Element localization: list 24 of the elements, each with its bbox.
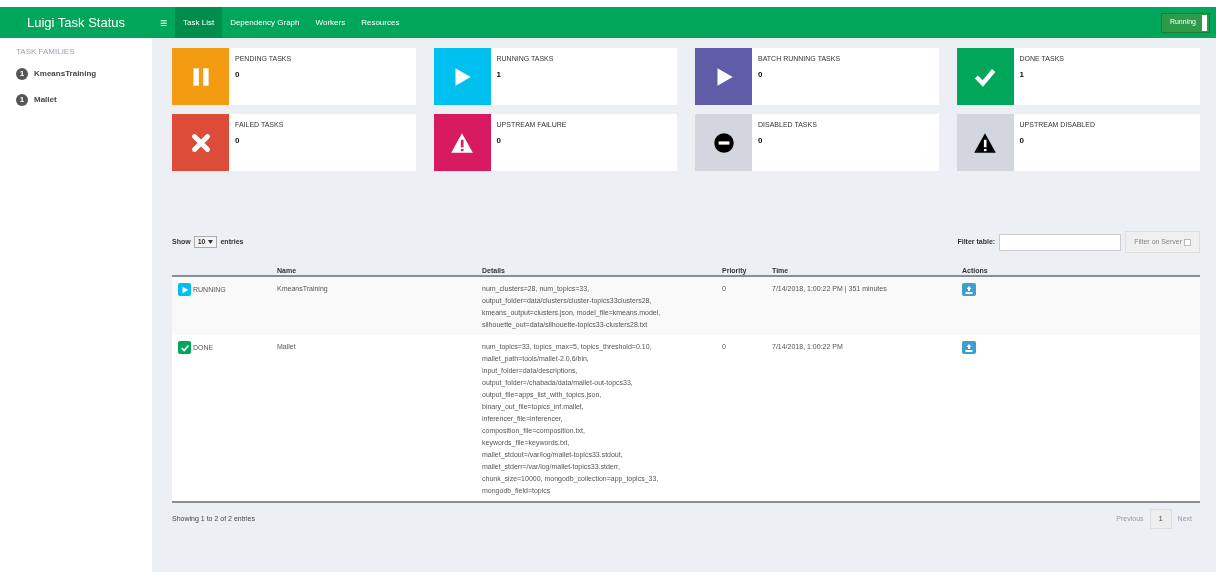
info-box-count: 0 [758,68,764,81]
play-icon [178,283,191,296]
check-icon [178,341,191,354]
count-badge: 1 [16,68,28,80]
sidebar-item[interactable]: 1 Mallet [16,94,136,106]
info-box-count: 0 [235,68,241,81]
info-box-count: 0 [496,134,502,147]
filter-field[interactable] [999,233,1122,251]
info-box-count: 0 [1019,134,1025,147]
count-badge: 1 [16,94,28,106]
info-box-count: 0 [235,134,241,147]
nav-tab[interactable]: Task List [175,7,223,38]
action-button[interactable] [962,341,976,354]
info-box-count: 1 [496,68,502,81]
caret-icon [208,240,214,244]
sidebar-item[interactable]: 1 KmeansTraining [16,68,136,80]
upload-icon [965,343,973,352]
checkbox[interactable] [1184,238,1191,246]
app-title: Luigi Task Status [25,13,126,32]
info-box-count: 1 [1019,68,1025,81]
action-button[interactable] [962,283,976,296]
sidebar-heading: TASK FAMILIES [16,46,76,58]
upload-icon [965,285,973,294]
info-box-count: 0 [758,134,764,147]
